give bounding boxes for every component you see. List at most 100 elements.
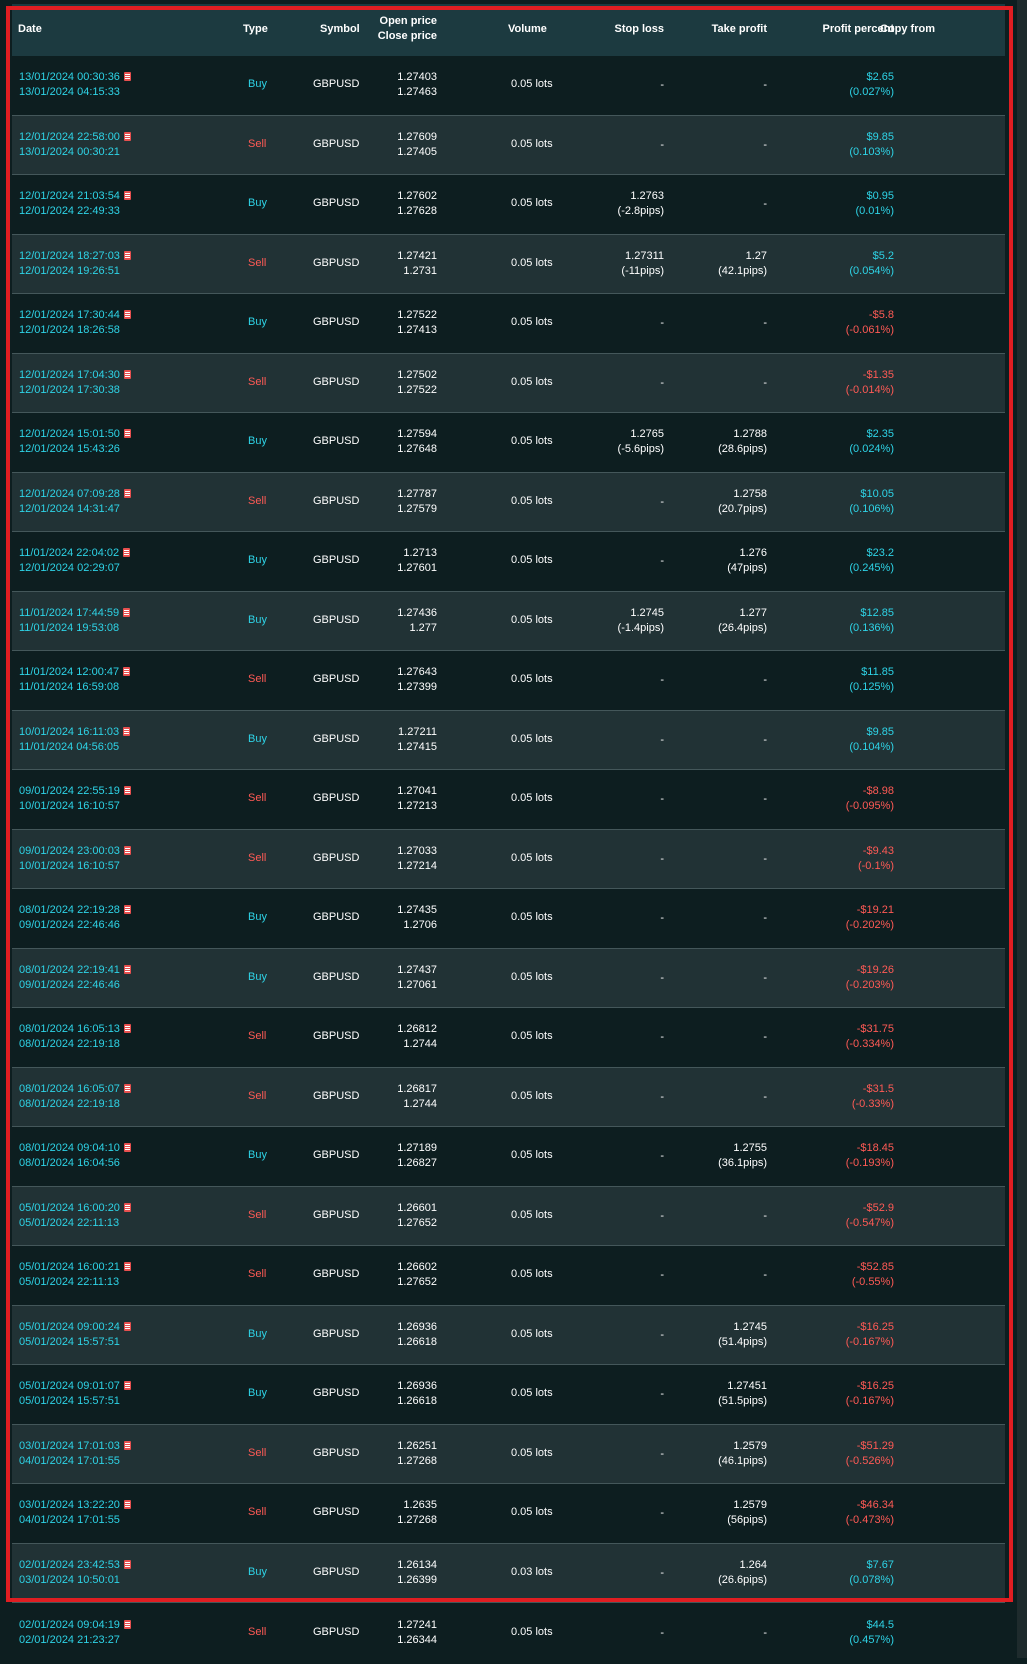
trade-dates: 08/01/2024 16:05:07 08/01/2024 22:19:18 bbox=[19, 1082, 131, 1112]
profit-amount: -$16.25 bbox=[856, 1380, 894, 1392]
trade-symbol: GBPUSD bbox=[313, 1565, 360, 1578]
document-icon[interactable] bbox=[123, 905, 131, 914]
trade-profit: -$5.8 (-0.061%) bbox=[846, 308, 894, 338]
profit-amount: -$52.9 bbox=[862, 1201, 894, 1214]
document-icon[interactable] bbox=[123, 369, 131, 379]
document-icon[interactable] bbox=[123, 310, 131, 319]
table-row[interactable]: 11/01/2024 22:04:02 12/01/2024 02:29:07 Bu… bbox=[12, 532, 1005, 592]
table-row[interactable]: 08/01/2024 16:05:13 08/01/2024 22:19:18 Se… bbox=[12, 1008, 1005, 1068]
document-icon[interactable] bbox=[123, 488, 131, 498]
document-icon[interactable] bbox=[123, 607, 131, 617]
open-price: 1.27421 bbox=[397, 249, 437, 262]
open-time: 12/01/2024 17:30:44 bbox=[19, 308, 131, 323]
open-time: 08/01/2024 22:19:28 bbox=[19, 903, 131, 918]
document-icon[interactable] bbox=[123, 845, 131, 855]
take-profit-value: - bbox=[763, 1031, 767, 1043]
document-icon[interactable] bbox=[123, 1202, 131, 1212]
document-icon[interactable] bbox=[123, 1262, 131, 1271]
open-time: 02/01/2024 09:04:19 bbox=[19, 1618, 131, 1633]
trade-symbol: GBPUSD bbox=[313, 732, 360, 745]
document-icon[interactable] bbox=[123, 786, 131, 795]
table-row[interactable]: 05/01/2024 09:01:07 05/01/2024 15:57:51 Bu… bbox=[12, 1365, 1005, 1425]
table-row[interactable]: 05/01/2024 16:00:20 05/01/2024 22:11:13 Se… bbox=[12, 1186, 1005, 1246]
table-row[interactable]: 09/01/2024 23:00:03 10/01/2024 16:10:57 Se… bbox=[12, 829, 1005, 889]
open-price: 1.26602 bbox=[397, 1261, 437, 1273]
table-row[interactable]: 13/01/2024 00:30:36 13/01/2024 04:15:33 Bu… bbox=[12, 56, 1005, 116]
table-row[interactable]: 12/01/2024 18:27:03 12/01/2024 19:26:51 Se… bbox=[12, 234, 1005, 294]
document-icon[interactable] bbox=[123, 1381, 131, 1390]
document-icon[interactable] bbox=[123, 250, 131, 260]
trade-prices: 1.27041 1.27213 bbox=[397, 784, 437, 814]
profit-amount: $9.85 bbox=[866, 725, 894, 738]
take-profit: 1.2755 (36.1pips) bbox=[718, 1141, 767, 1171]
trade-symbol: GBPUSD bbox=[313, 1446, 360, 1459]
document-icon[interactable] bbox=[123, 1024, 131, 1033]
stop-loss: - bbox=[660, 316, 664, 331]
close-price: 1.26399 bbox=[397, 1573, 437, 1586]
table-row[interactable]: 03/01/2024 13:22:20 04/01/2024 17:01:55 Se… bbox=[12, 1484, 1005, 1544]
table-row[interactable]: 12/01/2024 15:01:50 12/01/2024 15:43:26 Bu… bbox=[12, 413, 1005, 473]
trade-type: Buy bbox=[248, 613, 267, 626]
document-icon[interactable] bbox=[123, 667, 131, 676]
document-icon[interactable] bbox=[123, 1500, 131, 1509]
table-row[interactable]: 05/01/2024 09:00:24 05/01/2024 15:57:51 Bu… bbox=[12, 1305, 1005, 1365]
table-row[interactable]: 11/01/2024 12:00:47 11/01/2024 16:59:08 Se… bbox=[12, 651, 1005, 711]
table-row[interactable]: 12/01/2024 17:04:30 12/01/2024 17:30:38 Se… bbox=[12, 353, 1005, 413]
table-row[interactable]: 12/01/2024 22:58:00 13/01/2024 00:30:21 Se… bbox=[12, 115, 1005, 175]
table-row[interactable]: 12/01/2024 07:09:28 12/01/2024 14:31:47 Se… bbox=[12, 472, 1005, 532]
profit-percent: (-0.526%) bbox=[845, 1454, 894, 1467]
table-row[interactable]: 12/01/2024 21:03:54 12/01/2024 22:49:33 Bu… bbox=[12, 175, 1005, 235]
open-time: 12/01/2024 18:27:03 bbox=[19, 249, 131, 264]
trade-dates: 12/01/2024 15:01:50 12/01/2024 15:43:26 bbox=[19, 427, 131, 457]
profit-percent: (0.104%) bbox=[849, 740, 894, 753]
table-row[interactable]: 08/01/2024 22:19:41 09/01/2024 22:46:46 Bu… bbox=[12, 948, 1005, 1008]
table-row[interactable]: 02/01/2024 09:04:19 02/01/2024 21:23:27 Se… bbox=[12, 1604, 1005, 1664]
document-icon[interactable] bbox=[123, 1321, 131, 1331]
header-prices: Open price Close price bbox=[378, 14, 437, 44]
header-take-profit: Take profit bbox=[711, 23, 767, 35]
table-row[interactable]: 12/01/2024 17:30:44 12/01/2024 18:26:58 Bu… bbox=[12, 294, 1005, 354]
table-row[interactable]: 02/01/2024 23:42:53 03/01/2024 10:50:01 Bu… bbox=[12, 1543, 1005, 1603]
document-icon[interactable] bbox=[123, 726, 131, 736]
document-icon[interactable] bbox=[123, 1620, 131, 1629]
table-row[interactable]: 08/01/2024 16:05:07 08/01/2024 22:19:18 Se… bbox=[12, 1067, 1005, 1127]
trade-profit: $44.5 (0.457%) bbox=[849, 1618, 894, 1648]
trade-prices: 1.26812 1.2744 bbox=[397, 1022, 437, 1052]
stop-loss: - bbox=[660, 1030, 664, 1045]
close-price: 1.27601 bbox=[397, 562, 437, 574]
take-profit: 1.2579 (46.1pips) bbox=[718, 1439, 767, 1469]
table-row[interactable]: 03/01/2024 17:01:03 04/01/2024 17:01:55 Se… bbox=[12, 1424, 1005, 1484]
close-time: 13/01/2024 00:30:21 bbox=[19, 145, 120, 158]
page-scrollbar[interactable] bbox=[1017, 0, 1027, 1658]
document-icon[interactable] bbox=[123, 131, 131, 141]
open-time: 08/01/2024 16:05:13 bbox=[19, 1022, 131, 1037]
document-icon[interactable] bbox=[123, 964, 131, 974]
table-row[interactable]: 11/01/2024 17:44:59 11/01/2024 19:53:08 Bu… bbox=[12, 591, 1005, 651]
document-icon[interactable] bbox=[123, 1083, 131, 1093]
trade-volume: 0.05 lots bbox=[511, 851, 553, 864]
table-row[interactable]: 05/01/2024 16:00:21 05/01/2024 22:11:13 Se… bbox=[12, 1246, 1005, 1306]
close-price: 1.27214 bbox=[397, 859, 437, 872]
trade-symbol: GBPUSD bbox=[313, 197, 360, 209]
document-icon[interactable] bbox=[123, 1559, 131, 1569]
table-row[interactable]: 08/01/2024 22:19:28 09/01/2024 22:46:46 Bu… bbox=[12, 889, 1005, 949]
open-time: 03/01/2024 13:22:20 bbox=[19, 1498, 131, 1513]
document-icon[interactable] bbox=[123, 191, 131, 200]
close-price: 1.27463 bbox=[397, 86, 437, 98]
table-row[interactable]: 08/01/2024 09:04:10 08/01/2024 16:04:56 Bu… bbox=[12, 1127, 1005, 1187]
take-profit: 1.277 (26.4pips) bbox=[718, 606, 767, 636]
table-row[interactable]: 10/01/2024 16:11:03 11/01/2024 04:56:05 Bu… bbox=[12, 710, 1005, 770]
table-row[interactable]: 09/01/2024 22:55:19 10/01/2024 16:10:57 Se… bbox=[12, 770, 1005, 830]
close-price: 1.2744 bbox=[403, 1038, 437, 1050]
trade-type: Buy bbox=[248, 732, 267, 745]
document-icon[interactable] bbox=[123, 1440, 131, 1450]
document-icon[interactable] bbox=[123, 72, 131, 81]
take-profit-value: 1.264 bbox=[739, 1558, 767, 1571]
document-icon[interactable] bbox=[123, 548, 131, 557]
close-time: 05/01/2024 15:57:51 bbox=[19, 1395, 120, 1407]
trade-profit: -$9.43 (-0.1%) bbox=[858, 844, 894, 874]
open-price: 1.27041 bbox=[397, 785, 437, 797]
document-icon[interactable] bbox=[123, 1143, 131, 1152]
document-icon[interactable] bbox=[123, 429, 131, 438]
take-profit-value: 1.276 bbox=[739, 547, 767, 559]
